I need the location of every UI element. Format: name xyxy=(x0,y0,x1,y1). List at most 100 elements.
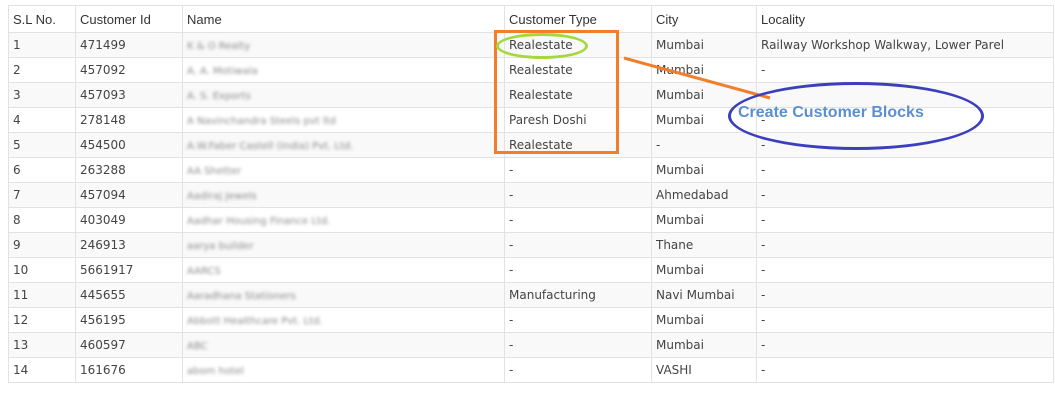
cell-customer-id: 403049 xyxy=(75,207,183,233)
cell-name: Abbott Healthcare Pvt. Ltd. xyxy=(182,307,505,333)
cell-locality: - xyxy=(756,257,1054,283)
cell-city: Mumbai xyxy=(651,207,757,233)
cell-name: Aadiraj Jewels xyxy=(182,182,505,208)
customer-name-redacted: AARCS xyxy=(187,266,221,277)
header-locality[interactable]: Locality xyxy=(756,5,1054,33)
customer-table: S.L No. Customer Id Name Customer Type C… xyxy=(8,5,1054,383)
cell-customer-type: - xyxy=(504,307,652,333)
cell-locality: - xyxy=(756,207,1054,233)
cell-sl-no: 4 xyxy=(8,107,76,133)
header-customer-type[interactable]: Customer Type xyxy=(504,5,652,33)
cell-city: Mumbai xyxy=(651,157,757,183)
cell-customer-type: Realestate xyxy=(504,32,652,58)
cell-customer-type: Manufacturing xyxy=(504,282,652,308)
table-row[interactable]: 11 445655 Aaradhana Stationers Manufacturin… xyxy=(8,282,1054,308)
cell-locality: - xyxy=(756,57,1054,83)
cell-locality: - xyxy=(756,82,1054,108)
customer-name-redacted: Aaradhana Stationers xyxy=(187,291,296,302)
customer-name-redacted: Aadhar Housing Finance Ltd. xyxy=(187,216,331,227)
cell-customer-id: 5661917 xyxy=(75,257,183,283)
cell-customer-type: - xyxy=(504,207,652,233)
cell-customer-id: 457094 xyxy=(75,182,183,208)
cell-sl-no: 13 xyxy=(8,332,76,358)
customer-table-container: S.L No. Customer Id Name Customer Type C… xyxy=(8,5,1054,383)
cell-name: Aaradhana Stationers xyxy=(182,282,505,308)
table-row[interactable]: 2 457092 A. A. Motiwala Realestate Mumbai - xyxy=(8,57,1054,83)
cell-sl-no: 6 xyxy=(8,157,76,183)
cell-customer-type: - xyxy=(504,157,652,183)
customer-name-redacted: A. A. Motiwala xyxy=(187,66,258,77)
customer-name-redacted: A. S. Exports xyxy=(187,91,251,102)
cell-customer-id: 457092 xyxy=(75,57,183,83)
header-customer-id[interactable]: Customer Id xyxy=(75,5,183,33)
cell-customer-id: 471499 xyxy=(75,32,183,58)
table-row[interactable]: 5 454500 A.W.Faber Castell (India) Pvt. Lt… xyxy=(8,132,1054,158)
cell-name: AARCS xyxy=(182,257,505,283)
cell-locality: - xyxy=(756,157,1054,183)
cell-sl-no: 1 xyxy=(8,32,76,58)
cell-locality: - xyxy=(756,132,1054,158)
cell-city: Mumbai xyxy=(651,307,757,333)
cell-city: Mumbai xyxy=(651,257,757,283)
cell-locality: - xyxy=(756,332,1054,358)
customer-name-redacted: Abbott Healthcare Pvt. Ltd. xyxy=(187,316,323,327)
cell-sl-no: 12 xyxy=(8,307,76,333)
cell-name: ABC xyxy=(182,332,505,358)
cell-sl-no: 3 xyxy=(8,82,76,108)
cell-customer-type: Realestate xyxy=(504,57,652,83)
cell-sl-no: 7 xyxy=(8,182,76,208)
cell-customer-type: Realestate xyxy=(504,132,652,158)
header-name[interactable]: Name xyxy=(182,5,505,33)
customer-name-redacted: Aadiraj Jewels xyxy=(187,191,257,202)
cell-locality: - xyxy=(756,232,1054,258)
table-row[interactable]: 4 278148 A Navinchandra Steels pvt ltd Pare… xyxy=(8,107,1054,133)
header-city[interactable]: City xyxy=(651,5,757,33)
cell-city: - xyxy=(651,132,757,158)
cell-customer-type: Paresh Doshi xyxy=(504,107,652,133)
cell-locality: - xyxy=(756,357,1054,383)
cell-name: K & O Realty xyxy=(182,32,505,58)
table-row[interactable]: 9 246913 aarya builder - Thane - xyxy=(8,232,1054,258)
cell-sl-no: 9 xyxy=(8,232,76,258)
table-row[interactable]: 3 457093 A. S. Exports Realestate Mumbai - xyxy=(8,82,1054,108)
cell-locality: - xyxy=(756,107,1054,133)
cell-customer-id: 460597 xyxy=(75,332,183,358)
table-row[interactable]: 8 403049 Aadhar Housing Finance Ltd. - Mumba… xyxy=(8,207,1054,233)
table-row[interactable]: 14 161676 abom hotel - VASHI - xyxy=(8,357,1054,383)
table-row[interactable]: 10 5661917 AARCS - Mumbai - xyxy=(8,257,1054,283)
cell-customer-type: - xyxy=(504,357,652,383)
cell-city: Mumbai xyxy=(651,107,757,133)
table-row[interactable]: 12 456195 Abbott Healthcare Pvt. Ltd. - Mumb… xyxy=(8,307,1054,333)
table-row[interactable]: 7 457094 Aadiraj Jewels - Ahmedabad - xyxy=(8,182,1054,208)
cell-customer-id: 161676 xyxy=(75,357,183,383)
customer-name-redacted: A.W.Faber Castell (India) Pvt. Ltd. xyxy=(187,141,354,152)
cell-customer-type: - xyxy=(504,257,652,283)
customer-name-redacted: abom hotel xyxy=(187,366,244,377)
cell-city: Ahmedabad xyxy=(651,182,757,208)
customer-name-redacted: K & O Realty xyxy=(187,41,251,52)
cell-sl-no: 14 xyxy=(8,357,76,383)
table-row[interactable]: 13 460597 ABC - Mumbai - xyxy=(8,332,1054,358)
cell-locality: - xyxy=(756,282,1054,308)
customer-name-redacted: ABC xyxy=(187,341,208,352)
cell-customer-type: - xyxy=(504,182,652,208)
cell-customer-type: - xyxy=(504,332,652,358)
cell-city: Mumbai xyxy=(651,32,757,58)
cell-sl-no: 5 xyxy=(8,132,76,158)
table-row[interactable]: 6 263288 AA Shetter - Mumbai - xyxy=(8,157,1054,183)
cell-customer-id: 456195 xyxy=(75,307,183,333)
header-sl-no[interactable]: S.L No. xyxy=(8,5,76,33)
cell-customer-id: 445655 xyxy=(75,282,183,308)
cell-city: Thane xyxy=(651,232,757,258)
cell-customer-id: 278148 xyxy=(75,107,183,133)
cell-locality: Railway Workshop Walkway, Lower Parel xyxy=(756,32,1054,58)
cell-sl-no: 10 xyxy=(8,257,76,283)
cell-customer-id: 246913 xyxy=(75,232,183,258)
cell-name: A Navinchandra Steels pvt ltd xyxy=(182,107,505,133)
cell-customer-id: 263288 xyxy=(75,157,183,183)
table-row[interactable]: 1 471499 K & O Realty Realestate Mumbai Railw… xyxy=(8,32,1054,58)
cell-name: A.W.Faber Castell (India) Pvt. Ltd. xyxy=(182,132,505,158)
table-header-row: S.L No. Customer Id Name Customer Type C… xyxy=(8,5,1054,33)
cell-city: Navi Mumbai xyxy=(651,282,757,308)
cell-customer-type: Realestate xyxy=(504,82,652,108)
